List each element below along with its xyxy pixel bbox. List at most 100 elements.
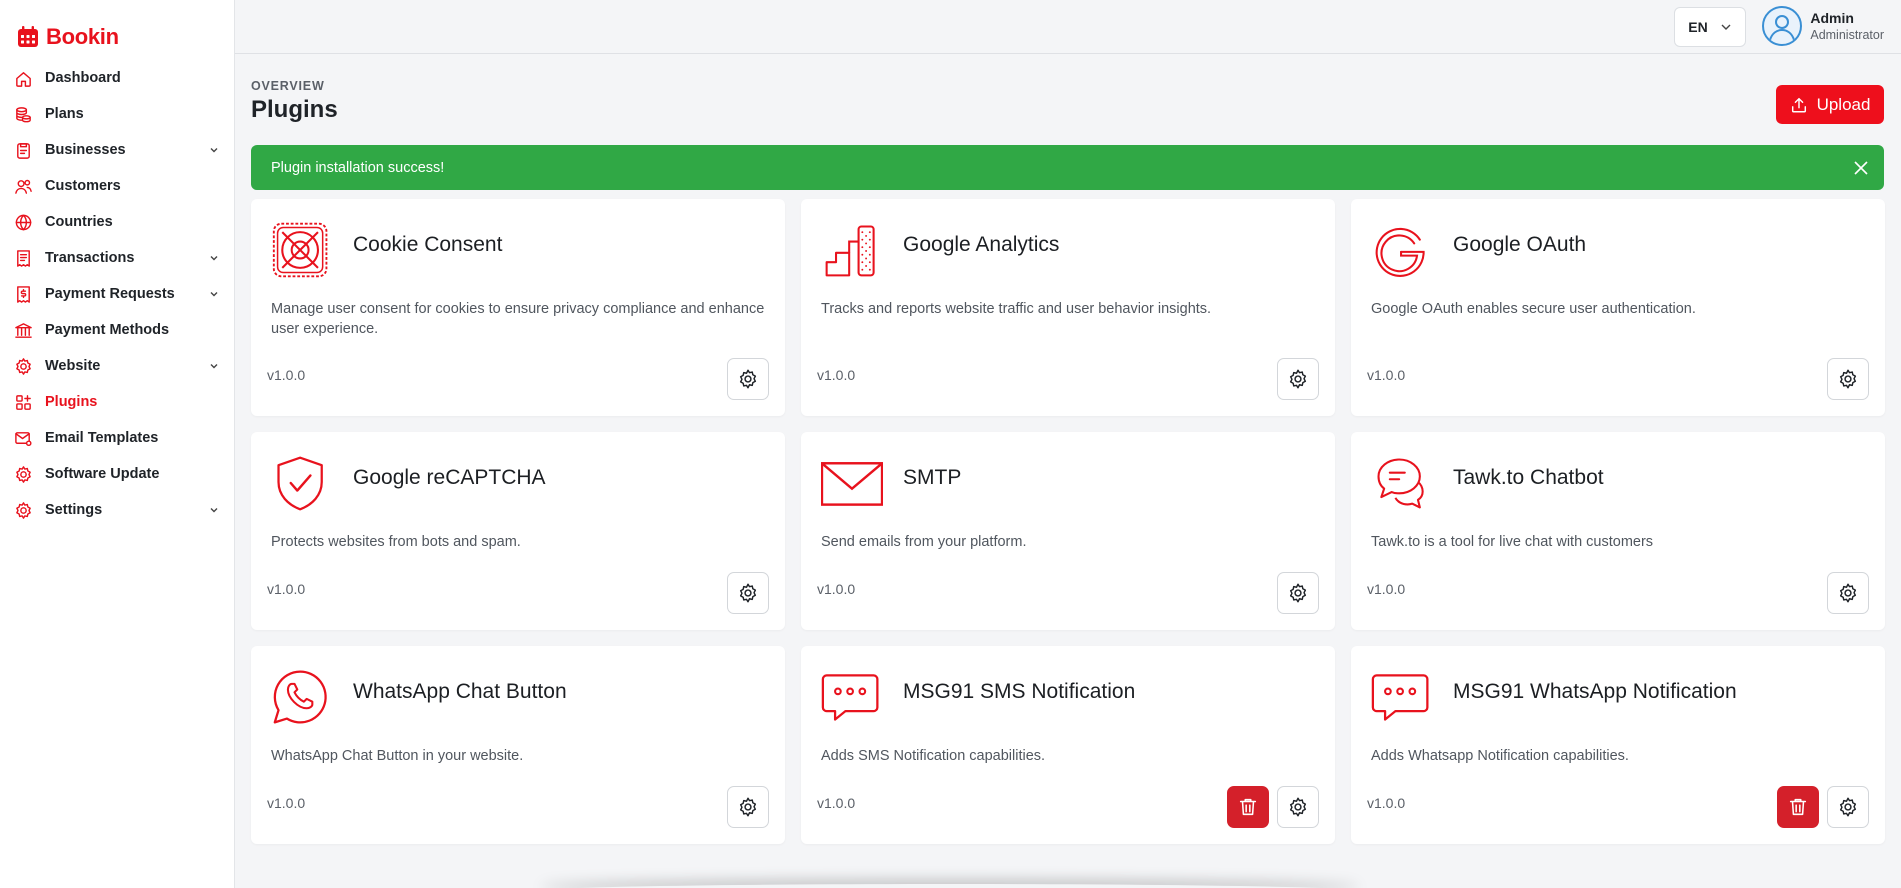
gear-icon [13,500,33,520]
plugin-version: v1.0.0 [1367,367,1406,383]
sidebar-item-email-templates[interactable]: Email Templates [0,420,234,456]
gear-icon [1837,796,1859,818]
sidebar-item-transactions[interactable]: Transactions [0,240,234,276]
gear-icon [1287,368,1309,390]
plugin-description: Tracks and reports website traffic and u… [821,301,1212,317]
sidebar-item-settings[interactable]: Settings [0,492,234,528]
plugin-settings-button[interactable] [1277,572,1319,614]
plugin-settings-button[interactable] [1827,358,1869,400]
sidebar-item-label: Dashboard [45,70,121,86]
sidebar-item-label: Transactions [45,250,135,266]
gear-icon [737,796,759,818]
plugin-description: Tawk.to is a tool for live chat with cus… [1371,534,1654,550]
plugin-settings-button[interactable] [727,786,769,828]
sms-icon [821,666,883,728]
plugin-title: MSG91 SMS Notification [903,680,1136,703]
topbar: EN Admin Administrator [235,0,1901,54]
analytics-icon [821,219,883,281]
mail-gear-icon [13,428,33,448]
gear-icon [13,356,33,376]
language-value: EN [1688,19,1708,35]
sidebar-item-plugins[interactable]: Plugins [0,384,234,420]
plugin-title: MSG91 WhatsApp Notification [1453,680,1737,703]
plugin-description: Google OAuth enables secure user authent… [1371,301,1696,317]
plugin-title: SMTP [903,466,962,489]
plugin-settings-button[interactable] [1827,786,1869,828]
scroll-shadow [540,884,1360,888]
sidebar-item-payment-requests[interactable]: Payment Requests [0,276,234,312]
page-title: Plugins [251,96,338,123]
plugin-version: v1.0.0 [267,581,306,597]
chevron-down-icon [210,256,218,261]
plugin-settings-button[interactable] [727,358,769,400]
delete-plugin-button[interactable] [1227,786,1269,828]
alert-message: Plugin installation success! [271,159,445,176]
gear-icon [1287,582,1309,604]
coins-icon [13,104,33,124]
upload-button[interactable]: Upload [1776,85,1884,124]
sidebar-item-label: Plugins [45,394,98,410]
sidebar-item-label: Email Templates [45,430,159,446]
plugin-title: WhatsApp Chat Button [353,680,567,703]
shield-check-icon [271,452,333,514]
brand-logo[interactable]: Bookin [0,0,234,58]
sidebar-item-label: Countries [45,214,113,230]
main-content: OVERVIEW Plugins Upload Plugin installat… [251,54,1885,844]
brand-name: Bookin [46,24,119,49]
chat-bubbles-icon [1371,452,1433,514]
gear-icon [737,368,759,390]
plugin-title: Google OAuth [1453,233,1587,256]
sidebar-item-dashboard[interactable]: Dashboard [0,60,234,96]
chevron-down-icon [210,508,218,513]
plugin-settings-button[interactable] [1827,572,1869,614]
calendar-logo-icon [18,26,38,47]
plugin-version: v1.0.0 [817,795,856,811]
plugin-settings-button[interactable] [727,572,769,614]
home-icon [13,68,33,88]
envelope-icon [820,452,884,514]
plugin-card-cookie-consent: Cookie Consent Manage user consent for co… [251,199,785,416]
delete-plugin-button[interactable] [1777,786,1819,828]
clipboard-icon [13,140,33,160]
user-menu[interactable]: Admin Administrator [1762,6,1884,46]
trash-icon [1787,796,1809,818]
sidebar-nav: Dashboard Plans Businesses Customers Countri… [0,60,234,528]
sidebar: Bookin Dashboard Plans Businesses Customers… [0,0,235,888]
sidebar-item-label: Settings [45,502,103,518]
plugin-settings-button[interactable] [1277,786,1319,828]
apps-icon [13,392,33,412]
plugin-title: Cookie Consent [353,233,503,256]
plugin-version: v1.0.0 [1367,795,1406,811]
sidebar-item-customers[interactable]: Customers [0,168,234,204]
plugin-version: v1.0.0 [1367,581,1406,597]
plugin-settings-button[interactable] [1277,358,1319,400]
plugin-description: WhatsApp Chat Button in your website. [271,748,524,764]
gear-icon [1837,368,1859,390]
chevron-down-icon [210,292,218,297]
language-select[interactable]: EN [1674,7,1746,47]
gear-icon [1837,582,1859,604]
sidebar-item-plans[interactable]: Plans [0,96,234,132]
sidebar-item-website[interactable]: Website [0,348,234,384]
plugin-card-smtp: SMTP Send emails from your platform. v1.0.… [801,432,1335,630]
sidebar-item-countries[interactable]: Countries [0,204,234,240]
upload-icon [1791,97,1806,112]
google-icon [1371,219,1433,281]
sidebar-item-payment-methods[interactable]: Payment Methods [0,312,234,348]
sidebar-item-label: Customers [45,178,121,194]
plugin-card-whatsapp-chat-button: WhatsApp Chat Button WhatsApp Chat Button… [251,646,785,844]
plugin-description: Manage user consent for cookies to ensur… [271,301,765,337]
globe-icon [13,212,33,232]
trash-icon [1237,796,1259,818]
sidebar-item-businesses[interactable]: Businesses [0,132,234,168]
success-alert: Plugin installation success! [251,145,1884,190]
sidebar-item-label: Payment Methods [45,322,170,338]
plugin-version: v1.0.0 [817,367,856,383]
close-icon[interactable] [1852,159,1870,177]
plugin-grid: Cookie Consent Manage user consent for co… [251,199,1885,844]
whatsapp-icon [271,666,333,728]
cookie-consent-icon [271,219,333,281]
chevron-down-icon [210,364,218,369]
sidebar-item-software-update[interactable]: Software Update [0,456,234,492]
plugin-card-google-analytics: Google Analytics Tracks and reports websi… [801,199,1335,416]
